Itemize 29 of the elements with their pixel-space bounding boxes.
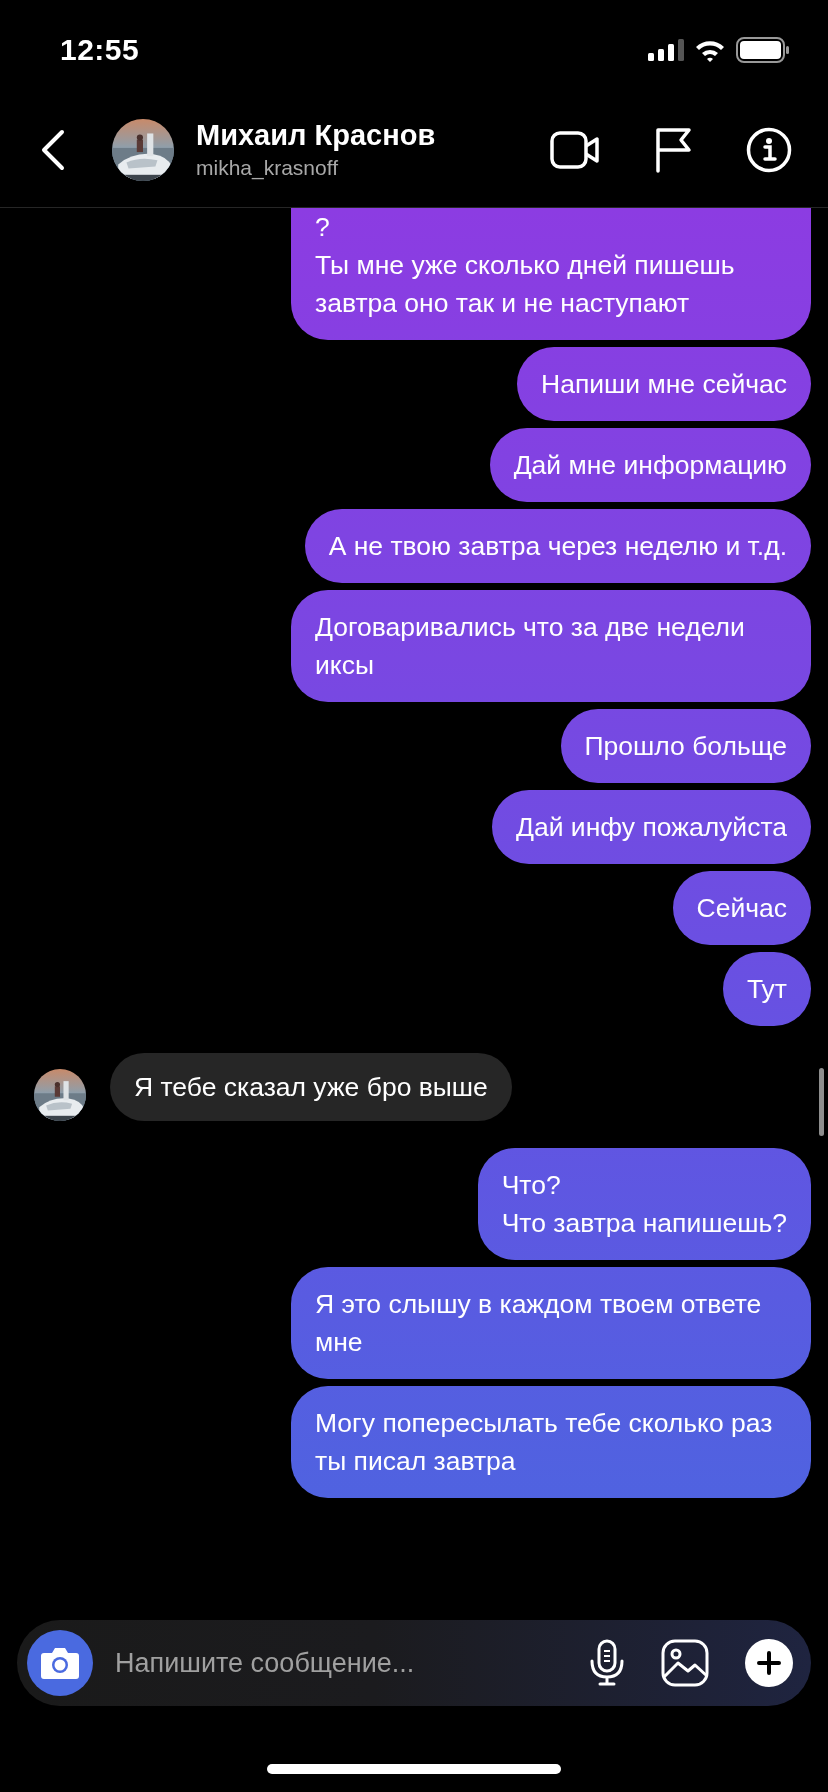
- signal-icon: [648, 39, 684, 61]
- sent-message-bubble: Дай мне информацию: [489, 428, 811, 502]
- contact-name[interactable]: Михаил Краснов: [196, 119, 550, 152]
- sent-message-bubble: Могу попересылать тебе сколько раз ты писал завтра: [291, 1386, 811, 1498]
- sent-message-bubble: Напиши мне сейчас: [517, 347, 811, 421]
- info-icon[interactable]: [746, 126, 792, 173]
- sent-message-bubble: Договаривались что за две недели иксы: [291, 590, 811, 702]
- sent-message-bubble: ? Ты мне уже сколько дней пишешь завтра оно так и не наступают: [291, 208, 811, 340]
- sent-message-bubble: Дай инфу пожалуйста: [492, 790, 811, 864]
- sent-message-bubble: Тут: [722, 952, 811, 1026]
- back-icon[interactable]: [40, 128, 66, 171]
- sent-message-bubble: Сейчас: [672, 871, 811, 945]
- sent-message-bubble: Что? Что завтра напишешь?: [477, 1148, 811, 1260]
- sent-message-bubble: А не твою завтра через неделю и т.д.: [304, 509, 811, 583]
- camera-icon: [40, 1646, 80, 1680]
- microphone-icon[interactable]: [589, 1639, 625, 1687]
- gallery-icon[interactable]: [661, 1639, 709, 1687]
- sent-message-bubble: Прошло больще: [560, 709, 811, 783]
- sent-message-bubble: Я это слышу в каждом твоем ответе мне: [291, 1267, 811, 1379]
- video-call-icon[interactable]: [550, 130, 600, 169]
- flag-icon[interactable]: [654, 126, 692, 173]
- battery-icon: [736, 37, 790, 63]
- contact-username: mikha_krasnoff: [196, 156, 340, 180]
- camera-button[interactable]: [27, 1630, 93, 1696]
- add-icon[interactable]: [745, 1639, 793, 1687]
- wifi-icon: [694, 38, 726, 62]
- status-time: 12:55: [60, 33, 140, 67]
- scroll-indicator: [819, 1068, 824, 1136]
- received-message-bubble: Я тебе сказал уже бро выше: [110, 1053, 512, 1121]
